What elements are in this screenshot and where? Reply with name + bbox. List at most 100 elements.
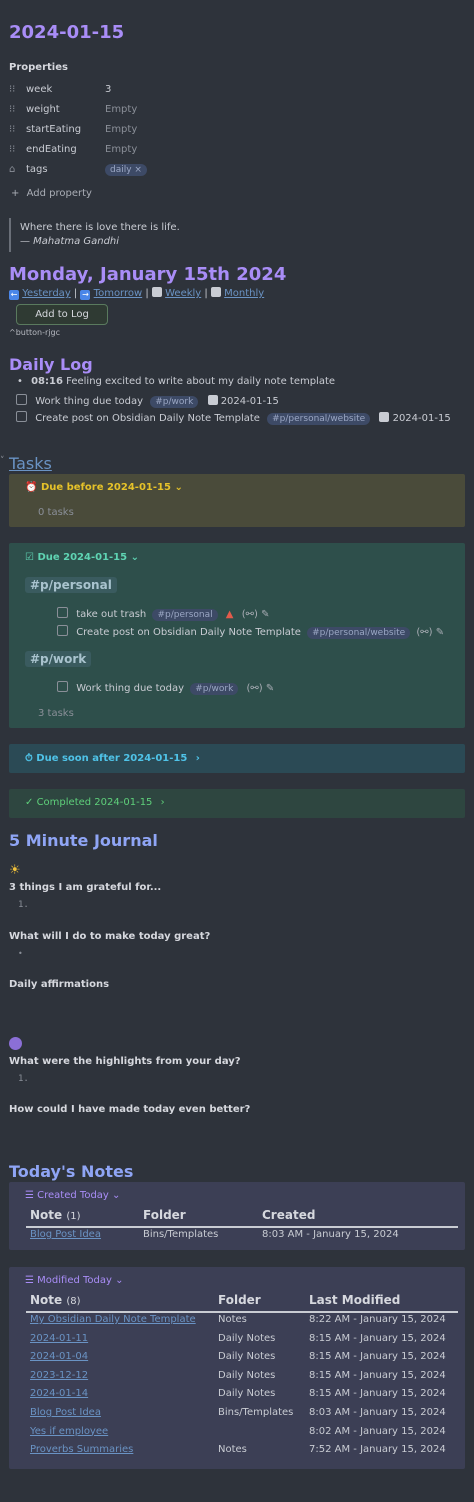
task-item[interactable]: Create post on Obsidian Daily Note Templ… (16, 411, 451, 425)
tag-icon: ⌂ (9, 164, 16, 175)
created-today-header[interactable]: ☰ Created Today ⌄ (25, 1190, 120, 1201)
modified-time-cell: 8:15 AM - January 15, 2024 (309, 1351, 446, 1363)
task-checkbox[interactable] (57, 681, 68, 692)
task-item[interactable]: Work thing due today #p/work 2024-01-15 (16, 394, 279, 408)
table-header: Note (1) Folder Created (26, 1206, 458, 1228)
task-item[interactable]: Work thing due today #p/work (⚯) ✎ (57, 681, 274, 695)
tag-pill[interactable]: #p/personal/website (307, 627, 411, 639)
task-count: 0 tasks (38, 507, 74, 518)
due-today-header[interactable]: ☑ Due 2024-01-15 ⌄ (25, 552, 139, 563)
tag-pill[interactable]: #p/work (190, 683, 239, 695)
property-key: startEating (26, 124, 82, 135)
link-icon[interactable]: (⚯) (242, 609, 258, 620)
list-marker: • (18, 949, 23, 958)
modified-time-cell: 8:15 AM - January 15, 2024 (309, 1332, 446, 1344)
property-key: week (26, 84, 53, 95)
table-row: Yes if employee 8:02 AM - January 15, 202… (26, 1426, 458, 1440)
modified-time-cell: 8:03 AM - January 15, 2024 (309, 1407, 446, 1418)
task-checkbox[interactable] (57, 607, 68, 618)
property-row[interactable]: ⁝⁝ week 3 (9, 84, 111, 95)
tag-pill[interactable]: #p/work (150, 396, 199, 408)
property-key: tags (26, 164, 48, 175)
property-key: weight (26, 104, 60, 115)
due-soon-panel[interactable]: ⏱ Due soon after 2024-01-15 › (9, 744, 465, 773)
list-property-icon: ⁝⁝ (9, 104, 16, 115)
note-link[interactable]: Yes if employee (30, 1426, 108, 1437)
weekly-link[interactable]: Weekly (165, 288, 201, 299)
tasks-heading[interactable]: Tasks (9, 454, 52, 473)
edit-pencil-icon[interactable]: ✎ (436, 627, 444, 638)
list-icon: ☰ (25, 1275, 34, 1286)
tag-pill[interactable]: #p/personal (152, 609, 218, 621)
tag-pill-daily[interactable]: daily × (105, 164, 147, 176)
property-row[interactable]: ⁝⁝ weight Empty (9, 104, 137, 115)
folder-cell: Daily Notes (218, 1388, 276, 1400)
task-checkbox[interactable] (16, 411, 27, 422)
note-link[interactable]: My Obsidian Daily Note Template (30, 1314, 196, 1325)
property-value[interactable]: 3 (105, 84, 111, 95)
folder-cell: Daily Notes (218, 1332, 276, 1344)
note-link[interactable]: 2024-01-14 (30, 1388, 88, 1399)
plus-icon: + (11, 188, 20, 199)
list-property-icon: ⁝⁝ (9, 84, 16, 95)
journal-question: What will I do to make today great? (9, 931, 211, 942)
edit-pencil-icon[interactable]: ✎ (261, 609, 269, 620)
folder-cell: Notes (218, 1314, 247, 1325)
note-link[interactable]: Blog Post Idea (30, 1407, 101, 1418)
edit-pencil-icon[interactable]: ✎ (266, 683, 274, 694)
property-value[interactable]: Empty (105, 144, 137, 155)
note-link[interactable]: Proverbs Summaries (30, 1444, 133, 1455)
link-icon[interactable]: (⚯) (247, 683, 263, 694)
due-before-header[interactable]: ⏰ Due before 2024-01-15 ⌄ (25, 482, 183, 493)
table-row: 2024-01-14 Daily Notes 8:15 AM - January 1… (26, 1388, 458, 1402)
monthly-link[interactable]: Monthly (224, 288, 264, 299)
property-row[interactable]: ⁝⁝ startEating Empty (9, 124, 137, 135)
created-today-panel: ☰ Created Today ⌄ Note (1) Folder Create… (9, 1182, 465, 1250)
todays-notes-heading: Today's Notes (9, 1162, 134, 1181)
tomorrow-link[interactable]: Tomorrow (94, 288, 143, 299)
priority-high-icon: ▲ (225, 609, 234, 620)
collapse-chevron-icon[interactable]: ˅ (0, 456, 5, 466)
chevron-right-icon: › (160, 797, 165, 808)
task-item[interactable]: take out trash #p/personal ▲ (⚯) ✎ (57, 607, 269, 621)
table-row: 2023-12-12 Daily Notes 8:15 AM - January 1… (26, 1370, 458, 1384)
link-icon[interactable]: (⚯) (416, 627, 432, 638)
property-value[interactable]: Empty (105, 124, 137, 135)
property-row[interactable]: ⁝⁝ endEating Empty (9, 144, 137, 155)
checkmark-icon: ✓ (25, 797, 34, 808)
due-before-panel: ⏰ Due before 2024-01-15 ⌄ 0 tasks (9, 474, 465, 527)
list-marker: 1. (18, 900, 29, 910)
table-header: Note (8) Folder Last Modified (26, 1291, 458, 1313)
yesterday-link[interactable]: Yesterday (22, 288, 71, 299)
note-link[interactable]: 2024-01-11 (30, 1333, 88, 1344)
table-row: Blog Post Idea Bins/Templates 8:03 AM - … (30, 1229, 399, 1240)
add-property-button[interactable]: + Add property (11, 188, 92, 199)
journal-question: What were the highlights from your day? (9, 1056, 241, 1067)
modified-time-cell: 7:52 AM - January 15, 2024 (309, 1444, 446, 1456)
tag-pill[interactable]: #p/personal/website (267, 413, 371, 425)
calendar-monthly-icon (210, 287, 221, 297)
sun-icon: ☀ (9, 863, 21, 878)
property-value[interactable]: Empty (105, 104, 137, 115)
folder-cell: Notes (218, 1444, 247, 1456)
task-item[interactable]: Create post on Obsidian Daily Note Templ… (57, 625, 444, 639)
group-heading-work: #p/work (25, 651, 92, 667)
property-row[interactable]: ⌂ tags daily × (9, 164, 147, 176)
completed-panel[interactable]: ✓ Completed 2024-01-15 › (9, 789, 465, 818)
note-link[interactable]: 2023-12-12 (30, 1370, 88, 1381)
table-row: 2024-01-11 Daily Notes 8:15 AM - January 1… (26, 1333, 458, 1347)
check-square-icon: ☑ (25, 552, 34, 563)
task-checkbox[interactable] (57, 625, 68, 636)
day-navigation: ← Yesterday | → Tomorrow | Weekly | Mont… (9, 287, 265, 300)
add-to-log-button[interactable]: Add to Log (16, 304, 108, 325)
left-arrow-icon: ← (9, 290, 19, 300)
modified-today-header[interactable]: ☰ Modified Today ⌄ (25, 1275, 124, 1286)
quote-author: — Mahatma Gandhi (20, 236, 120, 247)
task-checkbox[interactable] (16, 394, 27, 405)
modified-time-cell: 8:15 AM - January 15, 2024 (309, 1369, 446, 1381)
note-link[interactable]: 2024-01-04 (30, 1351, 88, 1362)
alarm-clock-icon: ⏰ (25, 482, 38, 493)
calendar-icon (207, 395, 218, 405)
page-title: 2024-01-15 (9, 22, 125, 43)
note-link[interactable]: Blog Post Idea (30, 1229, 101, 1240)
